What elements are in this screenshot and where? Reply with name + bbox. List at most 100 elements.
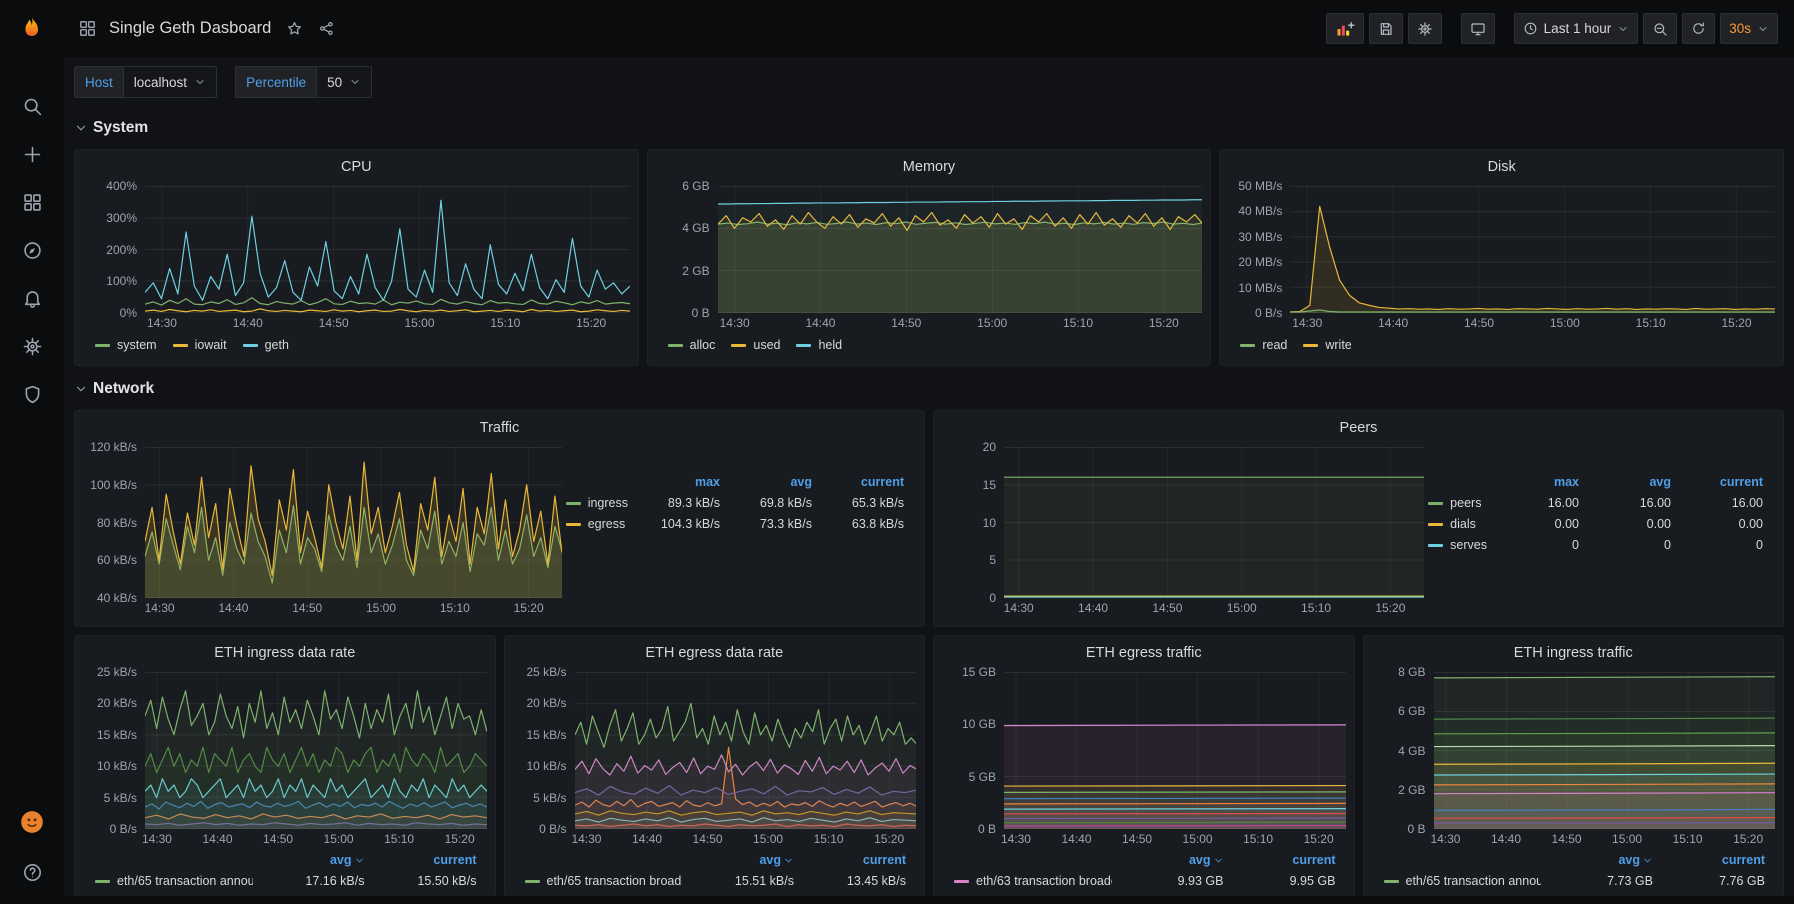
variable-value-dropdown[interactable]: 50	[316, 66, 372, 98]
legend-series-name[interactable]: eth/63 transaction broadcast	[954, 874, 1112, 888]
time-range-picker[interactable]: Last 1 hour	[1514, 13, 1639, 44]
cpu-chart-canvas[interactable]	[145, 186, 630, 313]
panel-title[interactable]: Disk	[1228, 156, 1775, 180]
sidebar-search-button[interactable]	[7, 86, 57, 126]
legend-item-system[interactable]: system	[95, 338, 157, 352]
x-tick-label: 14:50	[1552, 832, 1582, 846]
legend-series-name[interactable]: eth/65 transaction announcement	[1384, 874, 1542, 888]
legend-header-avg[interactable]: avg	[720, 475, 812, 489]
peers-chart-canvas[interactable]	[1004, 447, 1424, 598]
y-tick-label: 10 GB	[962, 717, 996, 731]
x-tick-label: 14:50	[292, 601, 322, 615]
x-axis: 14:3014:4014:5015:0015:1015:20	[1004, 829, 1346, 849]
sidebar-apps-button[interactable]	[7, 182, 57, 222]
star-button[interactable]	[283, 17, 306, 40]
legend-header-avg[interactable]: avg	[1112, 853, 1224, 867]
legend-header-avg[interactable]: avg	[1541, 853, 1653, 867]
eth-egress-traffic-chart-canvas[interactable]	[1004, 672, 1346, 829]
legend-series-name[interactable]: dials	[1428, 517, 1487, 531]
legend-item-used[interactable]: used	[731, 338, 780, 352]
legend-series-name[interactable]: ingress	[566, 496, 628, 510]
legend-item-geth[interactable]: geth	[243, 338, 289, 352]
y-tick-label: 0 B	[1407, 822, 1425, 836]
disk-chart-canvas[interactable]	[1290, 186, 1775, 313]
x-tick-label: 15:10	[490, 316, 520, 330]
eth-ingress-data-rate-chart-canvas[interactable]	[145, 672, 487, 829]
sidebar-shield-button[interactable]	[7, 374, 57, 414]
panel-title[interactable]: ETH egress traffic	[942, 642, 1346, 666]
sidebar-bell-button[interactable]	[7, 278, 57, 318]
grafana-logo[interactable]	[0, 0, 64, 58]
panel-title[interactable]: ETH ingress data rate	[83, 642, 487, 666]
panel-title[interactable]: Traffic	[83, 417, 916, 441]
sidebar-gear-button[interactable]	[7, 326, 57, 366]
zoom-out-button[interactable]	[1643, 13, 1677, 44]
panel-title[interactable]: Peers	[942, 417, 1775, 441]
legend-header-avg[interactable]: avg	[253, 853, 365, 867]
legend-header-avg[interactable]: avg	[682, 853, 794, 867]
dashboard-settings-button[interactable]	[1408, 13, 1442, 44]
legend-series-name[interactable]: peers	[1428, 496, 1487, 510]
cycle-view-button[interactable]	[1461, 13, 1495, 44]
eth-ingress-traffic-chart-canvas[interactable]	[1434, 672, 1776, 829]
row-toggle-system[interactable]: System	[74, 113, 1784, 143]
legend-series-name[interactable]: eth/65 transaction broadcast	[525, 874, 683, 888]
save-dashboard-button[interactable]	[1369, 13, 1403, 44]
sidebar-avatar-button[interactable]	[7, 802, 57, 842]
legend-item-alloc[interactable]: alloc	[668, 338, 716, 352]
legend-item-read[interactable]: read	[1240, 338, 1287, 352]
panel-title[interactable]: ETH ingress traffic	[1372, 642, 1776, 666]
sidebar-help-button[interactable]	[7, 852, 57, 892]
variable-value-dropdown[interactable]: localhost	[123, 66, 217, 98]
legend-header-current[interactable]: current	[1653, 853, 1765, 867]
panel-eth-ingress-traffic: ETH ingress traffic0 B2 GB4 GB6 GB8 GB14…	[1363, 635, 1785, 897]
eth-egress-data-rate-chart-canvas[interactable]	[575, 672, 917, 829]
row-toggle-network[interactable]: Network	[74, 374, 1784, 404]
legend-series-name[interactable]: serves	[1428, 538, 1487, 552]
refresh-interval-picker[interactable]: 30s	[1720, 13, 1778, 44]
legend-value: 89.3 kB/s	[628, 496, 720, 510]
logo-icon	[18, 15, 46, 43]
legend-value: 16.00	[1579, 496, 1671, 510]
caret-icon	[74, 382, 88, 396]
y-axis: 05101520	[942, 447, 1004, 598]
legend-header-current[interactable]: current	[812, 475, 904, 489]
sidebar-plus-button[interactable]	[7, 134, 57, 174]
legend-item-iowait[interactable]: iowait	[173, 338, 227, 352]
legend-series-name[interactable]: eth/65 transaction announcement	[95, 874, 253, 888]
traffic-chart-canvas[interactable]	[145, 447, 562, 598]
x-axis: 14:3014:4014:5015:0015:1015:20	[145, 313, 630, 333]
legend-header-avg[interactable]: avg	[1579, 475, 1671, 489]
panel-body: 0 B2 GB4 GB6 GB14:3014:4014:5015:0015:10…	[656, 180, 1203, 357]
legend-header-current[interactable]: current	[1224, 853, 1336, 867]
legend-header-max[interactable]: max	[628, 475, 720, 489]
panel-traffic: Traffic40 kB/s60 kB/s80 kB/s100 kB/s120 …	[74, 410, 925, 627]
y-tick-label: 25 kB/s	[526, 665, 566, 679]
legend-value: 0	[1487, 538, 1579, 552]
refresh-interval-label: 30s	[1729, 21, 1751, 36]
legend-header-current[interactable]: current	[365, 853, 477, 867]
add-panel-button[interactable]	[1326, 13, 1364, 44]
legend-header-current[interactable]: current	[1671, 475, 1763, 489]
variable-percentile: Percentile50	[235, 66, 372, 98]
grafana-app: Single Geth Dasboard Last 1 hour 30s	[0, 0, 1794, 904]
variable-label: Percentile	[235, 66, 316, 98]
legend-item-write[interactable]: write	[1303, 338, 1351, 352]
y-tick-label: 4 GB	[682, 221, 709, 235]
share-button[interactable]	[315, 17, 338, 40]
sidebar-compass-button[interactable]	[7, 230, 57, 270]
panel-title[interactable]: Memory	[656, 156, 1203, 180]
legend-series-name[interactable]: egress	[566, 517, 628, 531]
panel-title[interactable]: CPU	[83, 156, 630, 180]
legend-label: write	[1325, 338, 1351, 352]
legend-item-held[interactable]: held	[796, 338, 842, 352]
refresh-button[interactable]	[1682, 13, 1715, 44]
panel-memory: Memory0 B2 GB4 GB6 GB14:3014:4014:5015:0…	[647, 149, 1212, 366]
refresh-icon	[1691, 21, 1706, 36]
y-tick-label: 100 kB/s	[90, 478, 137, 492]
series-color-dash	[731, 344, 746, 347]
legend-header-current[interactable]: current	[794, 853, 906, 867]
memory-chart-canvas[interactable]	[718, 186, 1203, 313]
panel-title[interactable]: ETH egress data rate	[513, 642, 917, 666]
legend-header-max[interactable]: max	[1487, 475, 1579, 489]
